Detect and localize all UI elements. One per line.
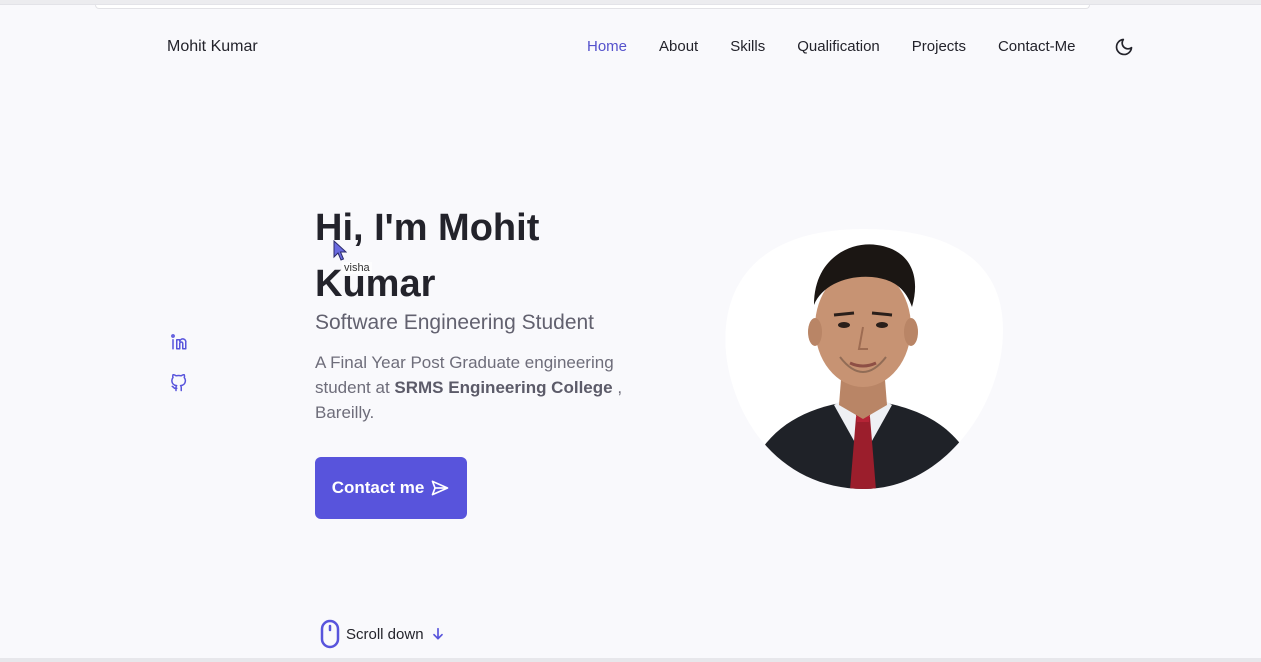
nav-qualification[interactable]: Qualification (797, 38, 880, 55)
arrow-down-icon (432, 627, 443, 640)
hero-title: Hi, I'm Mohit Kumar (315, 207, 540, 305)
profile-photo (722, 227, 1004, 490)
scroll-down-label: Scroll down (346, 625, 424, 643)
nav-skills[interactable]: Skills (730, 38, 765, 55)
github-icon[interactable] (170, 374, 188, 392)
bottom-divider (0, 658, 1261, 662)
nav-contact-me[interactable]: Contact-Me (998, 38, 1076, 55)
contact-me-button[interactable]: Contact me (315, 457, 467, 519)
mouse-icon (320, 619, 340, 649)
nav-home[interactable]: Home (587, 38, 627, 55)
send-icon (431, 480, 449, 496)
nav-projects[interactable]: Projects (912, 38, 966, 55)
hero-description: A Final Year Post Graduate engineering s… (315, 350, 645, 425)
contact-me-label: Contact me (331, 478, 425, 497)
browser-strip (95, 5, 1090, 9)
linkedin-icon[interactable] (170, 333, 188, 351)
cursor-tooltip: visha (342, 262, 372, 274)
college-name: SRMS Engineering College (394, 378, 613, 397)
moon-icon[interactable] (1114, 37, 1134, 57)
scroll-down-link[interactable]: Scroll down (320, 619, 446, 649)
hero-subtitle: Software Engineering Student (315, 311, 595, 334)
brand-logo[interactable]: Mohit Kumar (167, 38, 258, 56)
page: Mohit Kumar Home About Skills Qualificat… (0, 4, 1261, 659)
main-nav: Home About Skills Qualification Projects… (587, 38, 1108, 55)
nav-about[interactable]: About (659, 38, 698, 55)
